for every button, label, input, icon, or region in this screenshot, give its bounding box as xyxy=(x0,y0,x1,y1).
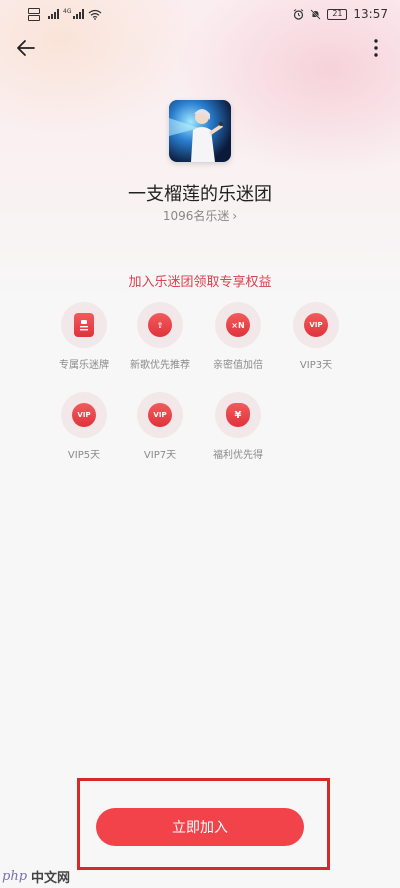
benefit-item[interactable]: ¥ 福利优先得 xyxy=(198,392,278,461)
benefit-icon-bg: VIP xyxy=(293,302,339,348)
network-type-label: 4G xyxy=(63,7,72,15)
benefit-label: VIP3天 xyxy=(299,360,333,371)
benefit-icon-bg xyxy=(61,302,107,348)
battery-icon: 21 xyxy=(327,8,348,20)
singer-photo xyxy=(169,100,231,162)
benefit-icon-bg: ×N xyxy=(215,302,261,348)
more-vertical-icon xyxy=(374,39,378,57)
benefit-label: VIP5天 xyxy=(67,450,101,461)
badge-card-icon xyxy=(74,313,94,337)
money-bag-icon: ¥ xyxy=(226,403,250,427)
benefit-item[interactable]: VIP VIP3天 xyxy=(276,302,356,371)
vip-icon: VIP xyxy=(72,403,96,427)
group-name: 一支榴莲的乐迷团 xyxy=(128,184,272,205)
benefit-icon-bg: VIP xyxy=(61,392,107,438)
benefit-icon-bg: ⇧ xyxy=(137,302,183,348)
arrow-up-icon: ⇧ xyxy=(148,313,172,337)
signal-strength-icon xyxy=(48,9,59,19)
status-right: 21 13:57 xyxy=(293,7,388,21)
benefit-item[interactable]: VIP VIP5天 xyxy=(44,392,124,461)
chevron-right-icon: › xyxy=(232,209,238,223)
benefit-icon-bg: VIP xyxy=(137,392,183,438)
fan-count-link[interactable]: 1096名乐迷 › xyxy=(0,207,400,224)
benefits-title: 加入乐迷团领取专享权益 xyxy=(128,275,272,290)
vip-icon: VIP xyxy=(148,403,172,427)
watermark-cn: 中文网 xyxy=(31,870,71,886)
benefit-label: 福利优先得 xyxy=(213,450,263,461)
benefit-item[interactable]: ×N 亲密值加倍 xyxy=(198,302,278,371)
watermark-php: php xyxy=(2,868,28,884)
fan-count-text: 1096名乐迷 xyxy=(162,209,230,223)
nav-bar xyxy=(0,30,400,66)
back-button[interactable] xyxy=(14,36,38,60)
wifi-icon xyxy=(89,9,102,20)
multiply-n-icon: ×N xyxy=(226,313,250,337)
watermark-logo: php 中文网 xyxy=(2,866,70,886)
more-button[interactable] xyxy=(370,36,382,60)
status-bar: 4G 21 13:57 xyxy=(0,0,400,28)
join-now-button[interactable]: 立即加入 xyxy=(96,808,304,846)
benefit-icon-bg: ¥ xyxy=(215,392,261,438)
sim-card-icon xyxy=(28,7,40,21)
group-cover-image xyxy=(169,100,231,162)
benefit-item[interactable]: VIP VIP7天 xyxy=(120,392,200,461)
benefits-grid: 专属乐迷牌 ⇧ 新歌优先推荐 ×N 亲密值加倍 VIP VIP3天 VIP VI… xyxy=(0,302,400,472)
benefit-label: VIP7天 xyxy=(143,450,177,461)
alarm-icon xyxy=(294,8,304,20)
benefit-item[interactable]: 专属乐迷牌 xyxy=(44,302,124,371)
benefit-item[interactable]: ⇧ 新歌优先推荐 xyxy=(120,302,200,371)
benefit-label: 专属乐迷牌 xyxy=(59,360,109,371)
status-left: 4G xyxy=(28,7,102,21)
clock: 13:57 xyxy=(353,7,388,21)
benefit-label: 亲密值加倍 xyxy=(213,360,263,371)
benefit-label: 新歌优先推荐 xyxy=(130,360,190,371)
signal-strength-icon-2 xyxy=(73,9,85,19)
arrow-left-icon xyxy=(17,40,35,56)
vip-icon: VIP xyxy=(304,313,328,337)
mute-icon xyxy=(310,8,322,20)
